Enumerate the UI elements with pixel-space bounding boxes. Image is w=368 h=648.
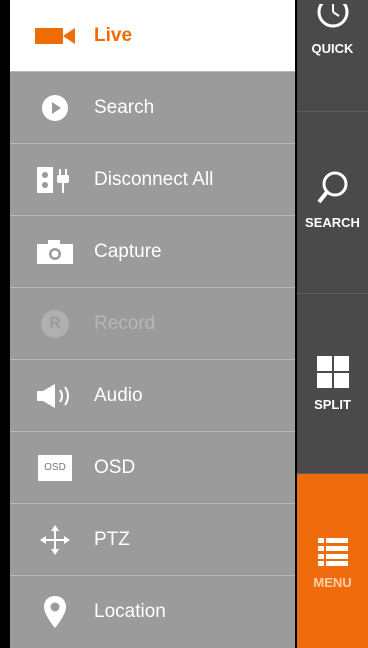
record-icon: R (30, 307, 80, 341)
menu-item-label: Disconnect All (94, 168, 214, 190)
side-menu: Live Search Disconnect All Capture R Rec… (10, 0, 295, 648)
right-toolbar: QUICK SEARCH SPLIT MENU (297, 0, 368, 648)
menu-list-icon (317, 538, 348, 569)
menu-item-label: Record (94, 312, 156, 334)
split-label: SPLIT (314, 397, 351, 412)
search-button[interactable]: SEARCH (297, 112, 368, 294)
menu-item-audio[interactable]: Audio (10, 360, 295, 432)
split-button[interactable]: SPLIT (297, 294, 368, 474)
quick-label: QUICK (311, 41, 354, 56)
menu-item-ptz[interactable]: PTZ (10, 504, 295, 576)
menu-item-label: Search (94, 96, 155, 118)
osd-icon: OSD (30, 451, 80, 485)
quick-clock-icon (315, 0, 351, 35)
record-badge: R (41, 309, 69, 338)
capture-camera-icon (30, 235, 80, 269)
menu-item-search[interactable]: Search (10, 72, 295, 144)
menu-item-disconnect-all[interactable]: Disconnect All (10, 144, 295, 216)
split-grid-icon (316, 356, 349, 391)
menu-item-location[interactable]: Location (10, 576, 295, 648)
menu-item-label: Capture (94, 240, 162, 262)
menu-item-label: OSD (94, 456, 136, 478)
quick-button[interactable]: QUICK (297, 0, 368, 112)
menu-item-label: Audio (94, 384, 143, 406)
menu-item-record[interactable]: R Record (10, 288, 295, 360)
move-arrows-icon (30, 523, 80, 557)
menu-item-osd[interactable]: OSD OSD (10, 432, 295, 504)
search-label: SEARCH (305, 215, 360, 230)
osd-badge: OSD (38, 454, 72, 481)
menu-item-label: Live (94, 24, 133, 46)
plug-icon (30, 163, 80, 197)
menu-button[interactable]: MENU (297, 474, 368, 648)
menu-item-live[interactable]: Live (10, 0, 295, 72)
search-icon (316, 170, 350, 209)
menu-item-label: Location (94, 601, 166, 622)
camera-icon (30, 19, 80, 53)
location-pin-icon (30, 595, 80, 629)
menu-item-capture[interactable]: Capture (10, 216, 295, 288)
menu-label: MENU (313, 575, 352, 590)
menu-item-label: PTZ (94, 528, 130, 550)
play-icon (30, 91, 80, 125)
speaker-icon (30, 379, 80, 413)
